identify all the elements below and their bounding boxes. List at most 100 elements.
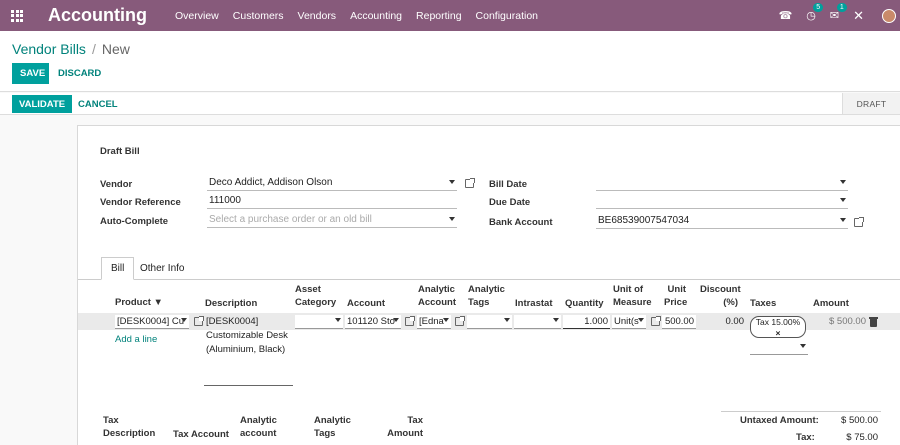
bill-date-label: Bill Date (489, 179, 528, 190)
line-uom-external-link-icon[interactable] (651, 316, 661, 326)
line-analytic-account-dropdown-icon[interactable] (443, 318, 449, 322)
notebook-tabs: Bill Other Info (78, 256, 900, 280)
vendor-field[interactable]: Deco Addict, Addison Olson (207, 177, 457, 191)
auto-complete-select[interactable]: Select a purchase order or an old bill (207, 214, 457, 228)
bank-account-field[interactable]: BE68539007547034 (596, 215, 848, 229)
discard-button[interactable]: DISCARD (58, 68, 101, 79)
line-analytic-tags-input[interactable] (467, 315, 512, 329)
line-amount: $ 500.00 (829, 316, 866, 327)
line-taxes-input[interactable] (750, 341, 808, 355)
breadcrumb-vendor-bills[interactable]: Vendor Bills (12, 41, 86, 57)
line-asset-category-dropdown-icon[interactable] (335, 318, 341, 322)
vendor-reference-label: Vendor Reference (100, 197, 181, 208)
line-account-dropdown-icon[interactable] (393, 318, 399, 322)
line-product-external-link-icon[interactable] (194, 316, 204, 326)
systray: ☎ ◷ 5 ✉ 1 ✕ (765, 0, 900, 31)
line-intrastat-input[interactable] (514, 315, 561, 329)
remove-tax-icon[interactable]: × (751, 328, 805, 339)
save-button[interactable]: SAVE (12, 63, 49, 84)
menu-vendors[interactable]: Vendors (298, 10, 337, 22)
bill-date-input[interactable] (596, 177, 848, 191)
menu-configuration[interactable]: Configuration (476, 10, 538, 22)
line-analytic-account-external-link-icon[interactable] (455, 316, 465, 326)
user-avatar[interactable] (882, 8, 896, 23)
line-asset-category-input[interactable] (295, 315, 343, 329)
line-unit-price-input[interactable]: 500.00 (662, 315, 696, 329)
line-account-external-link-icon[interactable] (405, 316, 415, 326)
line-analytic-account-input[interactable]: [Edna (417, 315, 451, 329)
bank-account-value: BE68539007547034 (598, 215, 690, 226)
status-draft[interactable]: DRAFT (842, 93, 900, 114)
cancel-button[interactable]: CANCEL (78, 99, 118, 110)
col-account[interactable]: Account (347, 297, 385, 310)
line-uom-input[interactable]: Unit(s (612, 315, 646, 329)
col-quantity[interactable]: Quantity (565, 297, 604, 310)
col-unit-of-measure[interactable]: Unit of Measure (613, 283, 652, 309)
line-description-underline (204, 385, 293, 386)
col-discount[interactable]: Discount (%) (700, 283, 741, 309)
col-intrastat[interactable]: Intrastat (515, 297, 552, 310)
breadcrumb-current: New (101, 41, 130, 57)
col-analytic-account[interactable]: Analytic Account (418, 283, 456, 309)
bank-account-dropdown-icon[interactable] (840, 218, 846, 222)
line-intrastat-dropdown-icon[interactable] (553, 318, 559, 322)
untaxed-amount-label: Untaxed Amount: (740, 415, 819, 426)
line-description-3[interactable]: (Aluminium, Black) (206, 343, 285, 357)
col-product[interactable]: Product ▼ (115, 296, 163, 309)
tax-col-account: Tax Account (173, 429, 229, 440)
activity-icon[interactable]: ◷ 5 (806, 3, 824, 22)
line-tax-tag[interactable]: Tax 15.00% × (750, 316, 806, 338)
untaxed-amount-value: $ 500.00 (841, 415, 878, 426)
tab-other-info[interactable]: Other Info (131, 257, 193, 280)
tax-col-analytic-tags: Analytic Tags (314, 415, 351, 439)
breadcrumb: Vendor Bills / New (12, 41, 130, 57)
tab-bill[interactable]: Bill (101, 257, 135, 280)
vendor-external-link-icon[interactable] (465, 178, 475, 188)
col-unit-price[interactable]: Unit Price (664, 283, 687, 309)
line-analytic-tags-dropdown-icon[interactable] (504, 318, 510, 322)
bill-date-dropdown-icon[interactable] (840, 180, 846, 184)
col-asset-category[interactable]: Asset Category (295, 283, 336, 309)
phone-icon[interactable]: ☎ (779, 9, 793, 22)
line-product-input[interactable]: [DESK0004] Cu (115, 315, 189, 329)
apps-menu-icon[interactable] (0, 9, 34, 22)
line-discount-input[interactable]: 0.00 (700, 315, 746, 329)
due-date-input[interactable] (596, 195, 848, 209)
auto-complete-placeholder: Select a purchase order or an old bill (209, 214, 372, 225)
totals-separator (721, 411, 881, 412)
line-taxes-dropdown-icon[interactable] (800, 344, 806, 348)
menu-customers[interactable]: Customers (233, 10, 284, 22)
form-sheet: Draft Bill Vendor Deco Addict, Addison O… (77, 125, 900, 445)
auto-complete-dropdown-icon[interactable] (449, 217, 455, 221)
app-brand[interactable]: Accounting (48, 5, 147, 26)
tax-value: $ 75.00 (846, 432, 878, 443)
vendor-reference-input[interactable]: 111000 (207, 195, 457, 209)
line-description-1[interactable]: [DESK0004] (206, 315, 258, 329)
line-uom-dropdown-icon[interactable] (638, 318, 644, 322)
add-a-line-link[interactable]: Add a line (115, 333, 157, 347)
col-description[interactable]: Description (205, 297, 257, 310)
line-quantity-input[interactable]: 1.000 (563, 315, 610, 329)
line-description-2[interactable]: Customizable Desk (206, 329, 288, 343)
due-date-dropdown-icon[interactable] (840, 198, 846, 202)
col-analytic-tags[interactable]: Analytic Tags (468, 283, 505, 309)
bank-account-external-link-icon[interactable] (854, 217, 864, 227)
menu-reporting[interactable]: Reporting (416, 10, 462, 22)
close-icon[interactable]: ✕ (853, 8, 864, 24)
bank-account-label: Bank Account (489, 217, 553, 228)
activity-badge: 5 (813, 3, 824, 12)
delete-line-icon[interactable] (869, 317, 878, 327)
line-account-input[interactable]: 101120 Sto (345, 315, 401, 329)
messaging-icon[interactable]: ✉ 1 (830, 3, 847, 22)
auto-complete-label: Auto-Complete (100, 216, 169, 227)
menu-accounting[interactable]: Accounting (350, 10, 402, 22)
tax-col-analytic-account: Analytic account (240, 415, 277, 439)
menu-overview[interactable]: Overview (175, 10, 219, 22)
col-taxes[interactable]: Taxes (750, 297, 776, 310)
validate-button[interactable]: VALIDATE (12, 95, 73, 113)
line-tax-label: Tax 15.00% (755, 317, 801, 327)
form-title: Draft Bill (100, 146, 140, 157)
col-amount[interactable]: Amount (813, 297, 849, 310)
vendor-dropdown-icon[interactable] (449, 180, 455, 184)
line-product-dropdown-icon[interactable] (181, 318, 187, 322)
